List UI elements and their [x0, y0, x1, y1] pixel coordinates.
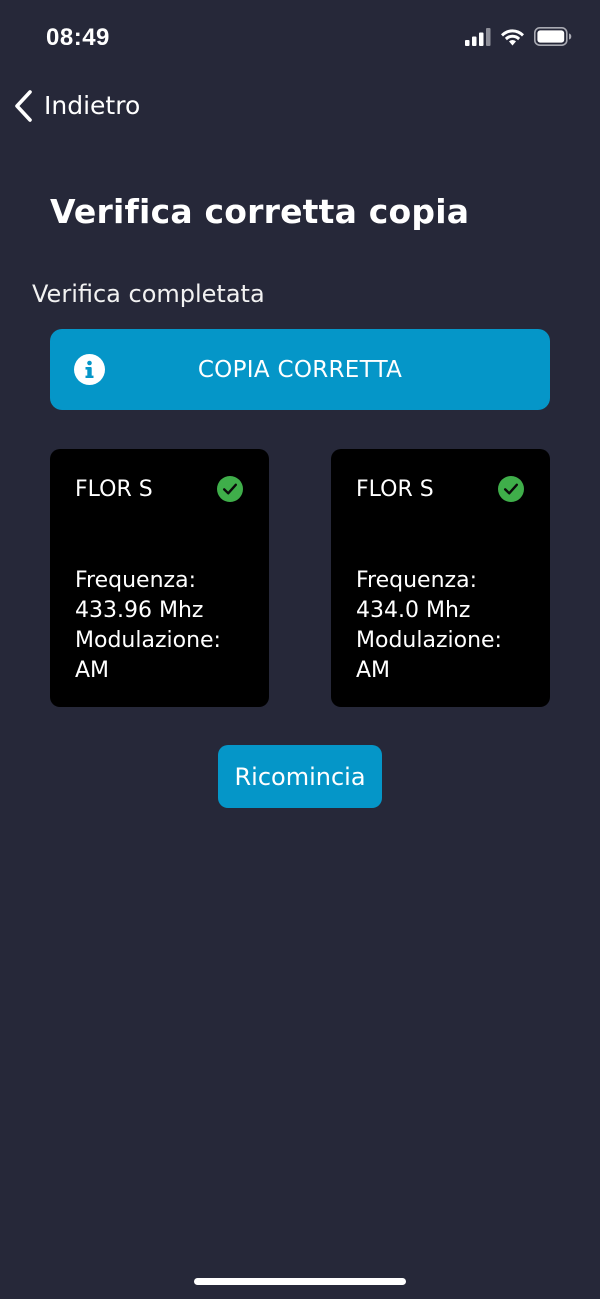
modulation-value: AM — [356, 658, 391, 683]
info-icon — [74, 354, 105, 385]
result-banner: COPIA CORRETTA — [50, 329, 550, 410]
card-title: FLOR S — [75, 477, 153, 502]
frequency-label: Frequenza: — [75, 568, 196, 593]
page-title: Verifica corretta copia — [50, 192, 470, 231]
remote-card-original: FLOR S Frequenza: 433.96 Mhz Modulazione… — [50, 449, 269, 707]
frequency-value: 434.0 Mhz — [356, 598, 471, 623]
check-circle-icon — [498, 476, 524, 502]
back-label: Indietro — [44, 91, 141, 120]
back-button[interactable]: Indietro — [12, 88, 140, 124]
modulation-value: AM — [75, 658, 110, 683]
status-time: 08:49 — [46, 24, 110, 51]
check-circle-icon — [217, 476, 243, 502]
status-icons — [465, 27, 572, 46]
remote-card-copy: FLOR S Frequenza: 434.0 Mhz Modulazione:… — [331, 449, 550, 707]
modulation-label: Modulazione: — [356, 628, 502, 653]
restart-button[interactable]: Ricomincia — [218, 745, 382, 808]
battery-icon — [534, 27, 572, 46]
chevron-left-icon — [12, 89, 34, 123]
result-banner-text: COPIA CORRETTA — [197, 356, 403, 383]
frequency-label: Frequenza: — [356, 568, 477, 593]
modulation-label: Modulazione: — [75, 628, 221, 653]
card-title: FLOR S — [356, 477, 434, 502]
cellular-signal-icon — [465, 27, 491, 46]
wifi-icon — [500, 28, 525, 46]
frequency-value: 433.96 Mhz — [75, 598, 204, 623]
home-indicator[interactable] — [194, 1278, 406, 1285]
verification-status-label: Verifica completata — [32, 280, 265, 308]
